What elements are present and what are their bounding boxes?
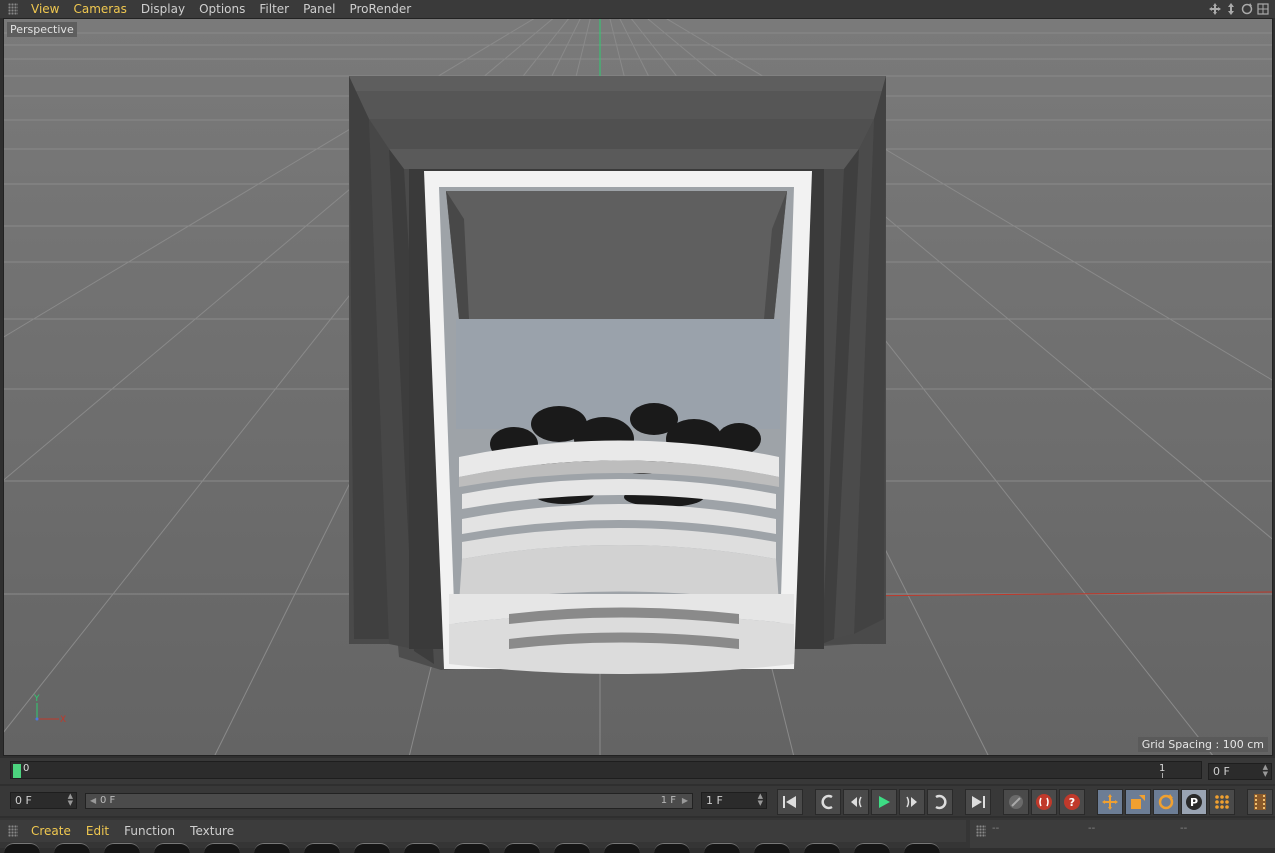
stepper-arrows-icon[interactable]: ▲ ▼ [68,793,73,807]
material-swatch[interactable] [904,843,940,853]
menu-texture[interactable]: Texture [183,824,242,838]
grid-spacing-label: Grid Spacing : 100 cm [1137,737,1268,752]
record-keys-button[interactable] [1031,789,1057,815]
move-view-icon[interactable] [1208,1,1221,16]
stepper-arrows-icon[interactable]: ▲ ▼ [758,793,763,807]
material-swatch[interactable] [854,843,890,853]
material-swatches [0,843,966,853]
zoom-view-icon[interactable] [1224,1,1237,16]
menu-cameras[interactable]: Cameras [66,0,133,18]
material-swatch[interactable] [354,843,390,853]
material-swatch[interactable] [54,843,90,853]
material-swatch[interactable] [704,843,740,853]
key-parameter-button[interactable]: P [1181,789,1207,815]
svg-text:P: P [1190,796,1198,809]
menu-display[interactable]: Display [134,0,192,18]
material-swatch[interactable] [504,843,540,853]
attributes-panel: -- -- -- [970,820,1275,848]
material-swatch[interactable] [104,843,140,853]
transport-bar: 0 F ▲ ▼ ◀ 0 F 1 F ▶ 1 F ▲ ▼ ? P [0,786,1275,816]
attr-field-3: -- [1180,823,1188,834]
material-swatch[interactable] [754,843,790,853]
next-frame-button[interactable] [899,789,925,815]
svg-text:?: ? [1069,796,1075,809]
material-swatch[interactable] [554,843,590,853]
bottom-panels: Create Edit Function Texture -- -- -- [0,818,1275,853]
material-swatch[interactable] [654,843,690,853]
play-button[interactable] [871,789,897,815]
material-swatch[interactable] [604,843,640,853]
attr-field-2: -- [1088,823,1096,834]
go-to-start-button[interactable] [777,789,803,815]
perspective-viewport[interactable]: Y X Perspective Grid Spacing : 100 cm [3,18,1273,756]
grip-icon[interactable] [8,825,18,837]
menu-filter[interactable]: Filter [252,0,296,18]
key-position-button[interactable] [1097,789,1123,815]
toggle-layout-icon[interactable] [1256,1,1269,16]
next-key-button[interactable] [927,789,953,815]
material-swatch[interactable] [804,843,840,853]
key-scale-button[interactable] [1125,789,1151,815]
menu-create[interactable]: Create [24,824,79,838]
autokey-help-button[interactable]: ? [1059,789,1085,815]
grip-icon[interactable] [976,825,986,837]
slider-right-arrow-icon[interactable]: ▶ [682,794,688,808]
camera-label[interactable]: Perspective [7,22,77,37]
material-swatch[interactable] [154,843,190,853]
material-swatch[interactable] [204,843,240,853]
material-swatch[interactable] [304,843,340,853]
playhead[interactable] [13,764,21,778]
viewport-scene [4,19,1272,755]
menu-panel[interactable]: Panel [296,0,342,18]
menu-options[interactable]: Options [192,0,252,18]
timeline-window-button[interactable] [1247,789,1273,815]
previous-key-button[interactable] [815,789,841,815]
fireplace-model [349,76,886,674]
go-to-end-button[interactable] [965,789,991,815]
axis-x-label: X [60,715,67,725]
menu-edit[interactable]: Edit [79,824,117,838]
material-swatch[interactable] [254,843,290,853]
menu-prorender[interactable]: ProRender [342,0,418,18]
axis-y-label: Y [34,694,40,704]
key-rotation-button[interactable] [1153,789,1179,815]
stepper-arrows-icon[interactable]: ▲ ▼ [1263,764,1268,778]
previous-frame-button[interactable] [843,789,869,815]
start-frame-field[interactable]: 0 F ▲ ▼ [10,792,77,809]
range-end-label: 1 F [660,795,676,806]
end-frame-field[interactable]: 1 F ▲ ▼ [701,792,767,809]
timeline-ruler[interactable]: 0 1 [10,761,1202,779]
attr-field-1: -- [992,823,1000,834]
material-swatch[interactable] [454,843,490,853]
viewport-nav-icons [1208,1,1269,16]
current-frame-field[interactable]: 0 F ▲ ▼ [1208,763,1272,780]
menu-view[interactable]: View [24,0,66,18]
range-start-label: 0 F [100,795,116,806]
menu-function[interactable]: Function [117,824,183,838]
material-swatch[interactable] [4,843,40,853]
material-swatch[interactable] [404,843,440,853]
material-manager-menu: Create Edit Function Texture [0,820,966,842]
key-point-level-button[interactable] [1209,789,1235,815]
rotate-view-icon[interactable] [1240,1,1253,16]
ruler-start-tick: 0 [23,763,30,774]
slider-left-arrow-icon[interactable]: ◀ [90,794,96,808]
timeline-bar: 0 1 0 F ▲ ▼ [0,758,1275,784]
frame-range-slider[interactable]: ◀ 0 F 1 F ▶ [85,793,693,809]
motion-record-button[interactable] [1003,789,1029,815]
viewport-menubar: View Cameras Display Options Filter Pane… [0,0,1275,18]
ruler-tick-mark [1162,773,1163,778]
grip-icon[interactable] [8,3,18,15]
